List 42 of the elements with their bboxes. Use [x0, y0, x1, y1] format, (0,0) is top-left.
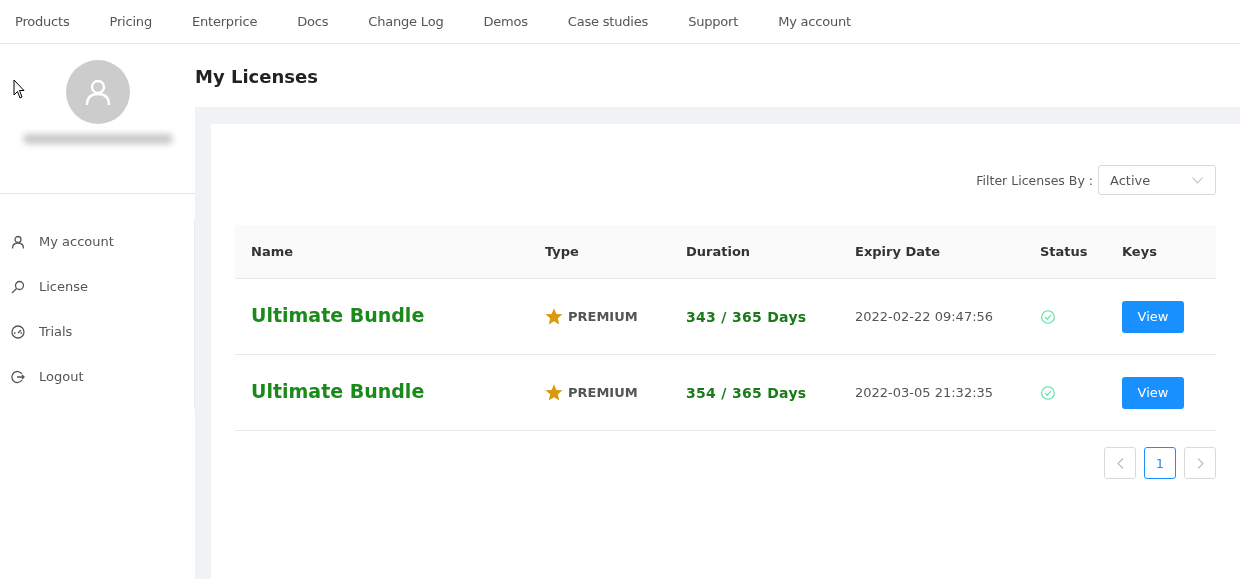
sidebar-item[interactable]: Trials [39, 324, 73, 339]
chevron-right-icon [1196, 457, 1204, 469]
gauge-icon [11, 324, 25, 339]
column-header: Status [1040, 244, 1089, 259]
expiry-date: 2022-03-05 21:32:35 [855, 385, 995, 400]
user-icon [11, 234, 25, 249]
filter-label: Filter Licenses By : [976, 172, 1093, 188]
column-header: Keys [1122, 244, 1158, 259]
license-name: Ultimate Bundle [251, 303, 426, 326]
chevron-left-icon [1116, 457, 1124, 469]
search-icon [11, 279, 25, 294]
nav-link[interactable]: Case studies [567, 14, 649, 29]
duration-text: 354 / 365 Days [686, 384, 808, 401]
star-icon [545, 384, 563, 401]
logout-icon [11, 369, 25, 384]
mouse-pointer-icon [13, 79, 25, 99]
duration-text: 343 / 365 Days [686, 308, 808, 325]
column-header: Name [251, 244, 294, 259]
page-title: My Licenses [195, 65, 319, 89]
nav-link[interactable]: Products [15, 14, 70, 29]
chevron-down-icon [1192, 176, 1203, 184]
license-name: Ultimate Bundle [251, 379, 426, 402]
nav-link[interactable]: Docs [297, 14, 329, 29]
sidebar-item[interactable]: My account [39, 234, 114, 249]
license-type: PREMIUM [568, 385, 638, 400]
expiry-date: 2022-02-22 09:47:56 [855, 309, 995, 324]
license-type: PREMIUM [568, 309, 638, 324]
star-icon [545, 308, 563, 325]
sidebar-item[interactable]: License [39, 279, 88, 294]
column-header: Type [545, 244, 580, 259]
nav-link[interactable]: Demos [483, 14, 528, 29]
nav-link[interactable]: Enterprice [191, 14, 258, 29]
next-page-button[interactable] [1184, 447, 1216, 479]
column-header: Duration [686, 244, 752, 259]
sidebar-item[interactable]: Logout [39, 369, 84, 384]
nav-link[interactable]: Pricing [109, 14, 152, 29]
nav-link[interactable]: Support [688, 14, 739, 29]
nav-link[interactable]: Change Log [368, 14, 444, 29]
nav-link[interactable]: My account [778, 14, 851, 29]
filter-dropdown[interactable]: Active [1098, 165, 1216, 195]
column-header: Expiry Date [855, 244, 942, 259]
previous-page-button[interactable] [1104, 447, 1136, 479]
